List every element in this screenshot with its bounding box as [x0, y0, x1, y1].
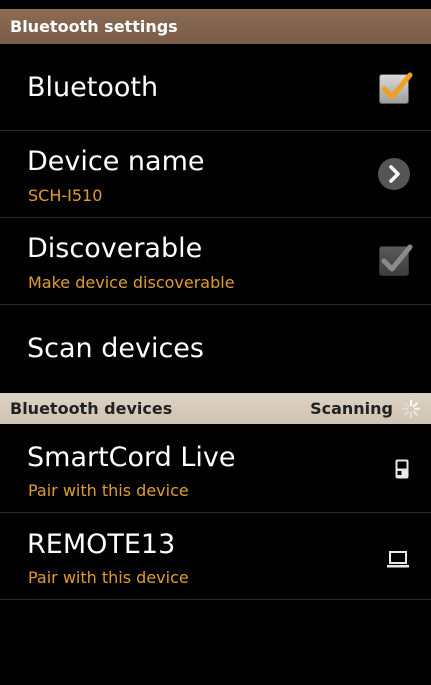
- device-name-row[interactable]: Device name SCH-I510: [0, 131, 431, 218]
- laptop-icon: [387, 551, 409, 568]
- bluetooth-checkbox[interactable]: [379, 72, 413, 104]
- discoverable-row[interactable]: Discoverable Make device discoverable: [0, 218, 431, 305]
- scan-devices-row[interactable]: Scan devices: [0, 305, 431, 393]
- spinner-icon: [401, 399, 421, 419]
- checkmark-icon: [381, 72, 413, 100]
- discoverable-label: Discoverable: [27, 233, 203, 264]
- title-bar: Bluetooth settings: [0, 9, 431, 44]
- scan-devices-label: Scan devices: [27, 333, 204, 364]
- page-title: Bluetooth settings: [10, 17, 178, 36]
- phone-icon: [395, 459, 409, 479]
- chevron-right-icon[interactable]: [378, 158, 410, 190]
- device-name-value: SCH-I510: [28, 186, 103, 205]
- section-title: Bluetooth devices: [10, 399, 173, 418]
- bluetooth-devices-section-header: Bluetooth devices Scanning: [0, 393, 431, 424]
- device-item-remote13[interactable]: REMOTE13 Pair with this device: [0, 513, 431, 600]
- device-subtitle: Pair with this device: [28, 481, 189, 500]
- checkmark-icon: [381, 244, 413, 272]
- bluetooth-label: Bluetooth: [27, 72, 159, 103]
- screen: Bluetooth settings Bluetooth Device name…: [0, 0, 431, 685]
- scanning-status: Scanning: [310, 399, 393, 418]
- device-name: REMOTE13: [27, 529, 176, 560]
- bluetooth-toggle-row[interactable]: Bluetooth: [0, 44, 431, 131]
- discoverable-checkbox[interactable]: [379, 244, 413, 276]
- device-name: SmartCord Live: [27, 442, 236, 473]
- device-name-label: Device name: [27, 146, 205, 177]
- discoverable-subtitle: Make device discoverable: [28, 273, 235, 292]
- device-subtitle: Pair with this device: [28, 568, 189, 587]
- device-item-smartcord-live[interactable]: SmartCord Live Pair with this device: [0, 425, 431, 513]
